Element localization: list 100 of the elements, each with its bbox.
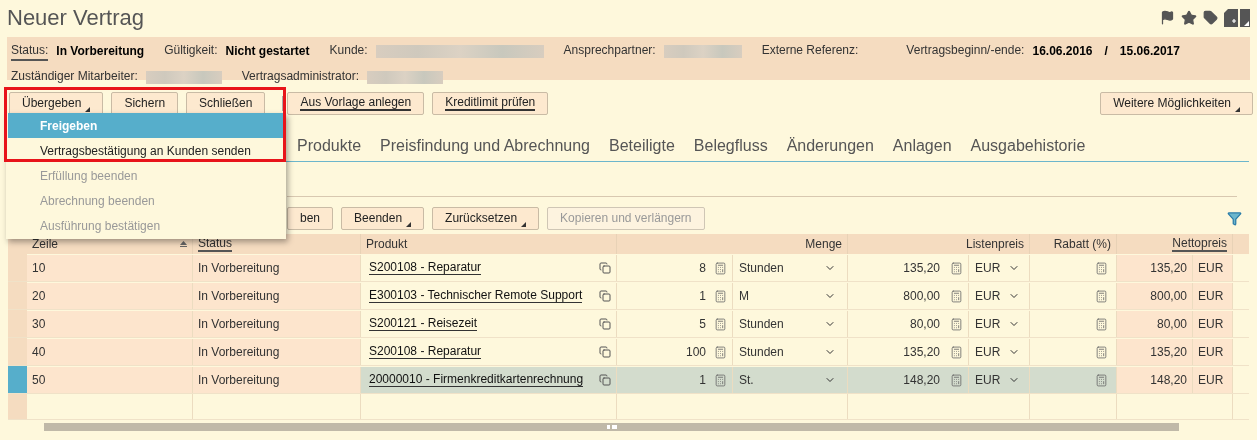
table-cell: 800,00 — [1117, 283, 1193, 309]
tab[interactable]: Preisfindung und Abrechnung — [380, 133, 590, 158]
list-price-field[interactable]: 148,20 — [903, 371, 940, 389]
currency-dropdown[interactable]: EUR — [975, 343, 1001, 361]
currency-dropdown[interactable]: EUR — [975, 315, 1001, 333]
quantity-field[interactable]: 8 — [699, 259, 706, 277]
toolbar-button[interactable]: Sichern — [111, 91, 179, 115]
field-label: Vertragsadministrator: — [241, 68, 360, 85]
table-cell: In Vorbereitung — [193, 367, 361, 393]
calculator-icon[interactable] — [950, 373, 963, 387]
toolbar-button[interactable]: Kreditlimit prüfen — [432, 91, 549, 115]
toolbar-button[interactable]: ben — [287, 207, 334, 230]
unit-dropdown[interactable]: M — [739, 287, 749, 305]
calculator-icon[interactable] — [950, 345, 963, 359]
copy-icon[interactable] — [599, 374, 611, 386]
copy-icon[interactable] — [599, 346, 611, 358]
flag-icon[interactable] — [1160, 10, 1175, 25]
table-cell: 10 — [27, 255, 193, 281]
calculator-icon[interactable] — [714, 317, 727, 331]
calculator-icon[interactable] — [1095, 345, 1108, 359]
tab[interactable]: Anlagen — [892, 133, 952, 158]
menu-button[interactable]: Weitere Möglichkeiten — [1100, 91, 1253, 115]
product-link[interactable]: S200108 - Reparatur — [369, 261, 482, 275]
list-price-field[interactable]: 135,20 — [903, 343, 940, 361]
menu-arrow-icon — [1235, 106, 1240, 112]
product-link[interactable]: S200121 - Reisezeit — [369, 317, 478, 331]
field-label[interactable]: Status: — [11, 41, 49, 61]
currency-dropdown[interactable]: EUR — [975, 259, 1001, 277]
unit-dropdown[interactable]: Stunden — [739, 259, 784, 277]
product-link[interactable]: 20000010 - Firmenkreditkartenrechnung — [369, 373, 584, 387]
column-header[interactable]: Produkt — [366, 237, 408, 251]
product-link[interactable]: S200108 - Reparatur — [369, 345, 482, 359]
tab[interactable]: Beteiligte — [609, 133, 675, 158]
table-cell: 80,00 — [1117, 311, 1193, 337]
quantity-field[interactable]: 5 — [699, 315, 706, 333]
table-cell: 50 — [27, 367, 193, 393]
horizontal-scrollbar[interactable] — [44, 423, 1179, 431]
menu-arrow-icon — [85, 106, 91, 112]
table-cell: 20 — [27, 283, 193, 309]
quantity-field[interactable]: 1 — [699, 287, 706, 305]
calculator-icon[interactable] — [714, 289, 727, 303]
table-cell: EUR — [1193, 255, 1233, 281]
copy-icon[interactable] — [599, 318, 611, 330]
calculator-icon[interactable] — [1095, 289, 1108, 303]
table-cell: 30 — [27, 311, 193, 337]
new-document-icon[interactable] — [1224, 8, 1250, 27]
calculator-icon[interactable] — [714, 373, 727, 387]
calculator-icon[interactable] — [714, 345, 727, 359]
table-cell: 135,20 — [1117, 255, 1193, 281]
menu-arrow-icon — [521, 222, 527, 227]
table-cell: 40 — [27, 339, 193, 365]
unit-dropdown[interactable]: Stunden — [739, 315, 784, 333]
calculator-icon[interactable] — [714, 261, 727, 275]
column-header[interactable]: Listenpreis — [965, 237, 1024, 251]
column-header[interactable]: Nettopreis — [1172, 236, 1227, 252]
copy-icon[interactable] — [599, 262, 611, 274]
table-cell: EUR — [1193, 339, 1233, 365]
unit-dropdown[interactable]: Stunden — [739, 343, 784, 361]
menu-button[interactable]: Übergeben — [9, 91, 104, 115]
sort-icon[interactable] — [180, 241, 187, 247]
unit-dropdown[interactable]: St. — [739, 371, 754, 389]
currency-dropdown[interactable]: EUR — [975, 371, 1001, 389]
menu-item[interactable]: Vertragsbestätigung an Kunden senden — [8, 138, 284, 163]
calculator-icon[interactable] — [1095, 373, 1108, 387]
page-title: Neuer Vertrag — [7, 4, 144, 32]
quantity-field[interactable]: 100 — [685, 343, 706, 361]
list-price-field[interactable]: 800,00 — [903, 287, 940, 305]
menu-button[interactable]: Zurücksetzen — [432, 207, 540, 230]
toolbar-button[interactable]: Schließen — [186, 91, 266, 115]
tag-icon[interactable] — [1203, 10, 1218, 25]
tab[interactable]: Änderungen — [786, 133, 874, 158]
menu-button[interactable]: Beenden — [341, 207, 425, 230]
field-value: / — [1104, 43, 1108, 60]
currency-dropdown[interactable]: EUR — [975, 287, 1001, 305]
table-cell: In Vorbereitung — [193, 255, 361, 281]
table-cell: In Vorbereitung — [193, 339, 361, 365]
filter-icon[interactable] — [1227, 211, 1242, 226]
calculator-icon[interactable] — [950, 317, 963, 331]
column-header[interactable]: Zeile — [32, 237, 58, 251]
table-cell: 135,20 — [1117, 339, 1193, 365]
tab[interactable]: Produkte — [297, 133, 362, 158]
menu-arrow-icon — [406, 222, 412, 227]
toolbar-button[interactable]: Aus Vorlage anlegen — [287, 91, 425, 115]
calculator-icon[interactable] — [950, 261, 963, 275]
copy-icon[interactable] — [599, 290, 611, 302]
field-label: Vertragsbeginn/-ende: — [906, 42, 1025, 59]
calculator-icon[interactable] — [1095, 317, 1108, 331]
tab[interactable]: Belegfluss — [693, 133, 768, 158]
column-header[interactable]: Rabatt (%) — [1053, 237, 1111, 251]
list-price-field[interactable]: 80,00 — [909, 315, 940, 333]
calculator-icon[interactable] — [1095, 261, 1108, 275]
list-price-field[interactable]: 135,20 — [903, 259, 940, 277]
table-cell: In Vorbereitung — [193, 283, 361, 309]
quantity-field[interactable]: 1 — [699, 371, 706, 389]
calculator-icon[interactable] — [950, 289, 963, 303]
star-icon[interactable] — [1181, 9, 1197, 26]
tab[interactable]: Ausgabehistorie — [970, 133, 1086, 158]
table-cell: EUR — [1193, 367, 1233, 393]
column-header[interactable]: Menge — [805, 237, 842, 251]
product-link[interactable]: E300103 - Technischer Remote Support — [369, 289, 583, 303]
